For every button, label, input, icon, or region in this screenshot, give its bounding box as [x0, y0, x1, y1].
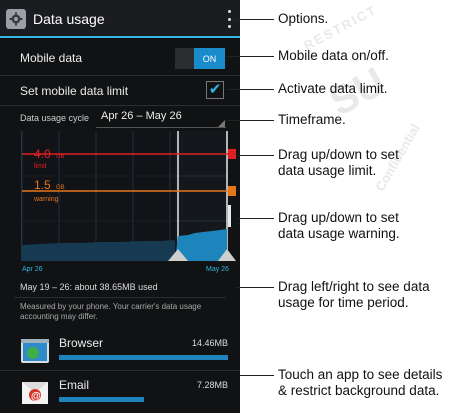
cycle-underline [96, 127, 226, 128]
mobile-data-label: Mobile data [20, 51, 83, 65]
limit-unit: GB [56, 154, 65, 160]
globe-icon [20, 336, 50, 366]
limit-value: 4.0 [34, 147, 51, 161]
email-icon: @ [20, 378, 50, 408]
watermark-restrict: RESTRICT [301, 1, 380, 54]
leader-line-limit [238, 155, 274, 156]
warning-unit: GB [56, 185, 65, 191]
app-name: Browser [59, 336, 104, 350]
svg-text:@: @ [31, 391, 41, 402]
leader-line-options [234, 19, 274, 20]
app-usage-bar [59, 397, 144, 402]
page-title: Data usage [33, 11, 105, 27]
divider [0, 370, 240, 371]
limit-name: limit [34, 163, 46, 170]
app-usage-size: 7.28MB [196, 380, 228, 390]
overflow-menu-icon[interactable] [226, 10, 232, 28]
limit-handle[interactable] [228, 149, 236, 159]
callout-mobile-data: Mobile data on/off. [278, 48, 389, 63]
usage-graph[interactable]: 4.0 GB limit 1.5 GB warning Apr 26 May 2… [0, 131, 240, 274]
warning-name: warning [33, 196, 59, 203]
callout-timeframe: Timeframe. [278, 112, 346, 127]
data-limit-label: Set mobile data limit [20, 84, 129, 98]
app-usage-bar [59, 355, 228, 360]
leader-line-data-limit [226, 89, 274, 90]
app-usage-size: 14.46MB [191, 338, 228, 348]
cycle-label: Data usage cycle [20, 113, 90, 123]
settings-gear-icon[interactable] [6, 9, 26, 29]
carrier-note: Measured by your phone. Your carrier's d… [20, 302, 202, 321]
app-row-browser[interactable]: Browser 14.46MB [0, 330, 240, 372]
graph-start-label: Apr 26 [22, 266, 43, 273]
usage-summary: May 19 – 26: about 38.65MB used [20, 282, 158, 292]
action-bar: Data usage [0, 0, 240, 38]
warning-value: 1.5 [34, 178, 51, 192]
toggle-on-state: ON [194, 48, 225, 69]
graph-end-label: May 26 [206, 266, 229, 273]
leader-line-warning [238, 218, 274, 219]
app-row-email[interactable]: @ Email 7.28MB [0, 372, 240, 413]
cycle-dropdown[interactable]: Apr 26 – May 26 [101, 110, 182, 122]
dropdown-corner-icon [218, 120, 225, 127]
leader-line-apps [240, 375, 274, 376]
callout-options: Options. [278, 11, 329, 26]
callout-limit-line1: Drag up/down to set data usage limit. [278, 147, 399, 178]
divider [14, 297, 226, 298]
leader-line-time-period [236, 287, 274, 288]
leader-line-timeframe [226, 120, 274, 121]
phone-screen: Data usage Mobile data ON Set mobile dat… [0, 0, 240, 413]
data-limit-checkbox[interactable]: ✔ [206, 81, 224, 99]
callout-time-period: Drag left/right to see data usage for tim… [278, 279, 430, 310]
callout-data-limit: Activate data limit. [278, 81, 388, 96]
warning-handle[interactable] [228, 186, 236, 196]
app-name: Email [59, 378, 90, 392]
callout-apps: Touch an app to see details & restrict ba… [278, 367, 443, 398]
range-end-handle[interactable] [228, 205, 231, 227]
data-limit-row[interactable]: Set mobile data limit ✔ [0, 76, 240, 106]
leader-line-mobile-data [226, 56, 274, 57]
mobile-data-toggle[interactable]: ON [175, 48, 225, 69]
mobile-data-row[interactable]: Mobile data ON [0, 40, 240, 76]
callout-warning: Drag up/down to set data usage warning. [278, 210, 400, 241]
